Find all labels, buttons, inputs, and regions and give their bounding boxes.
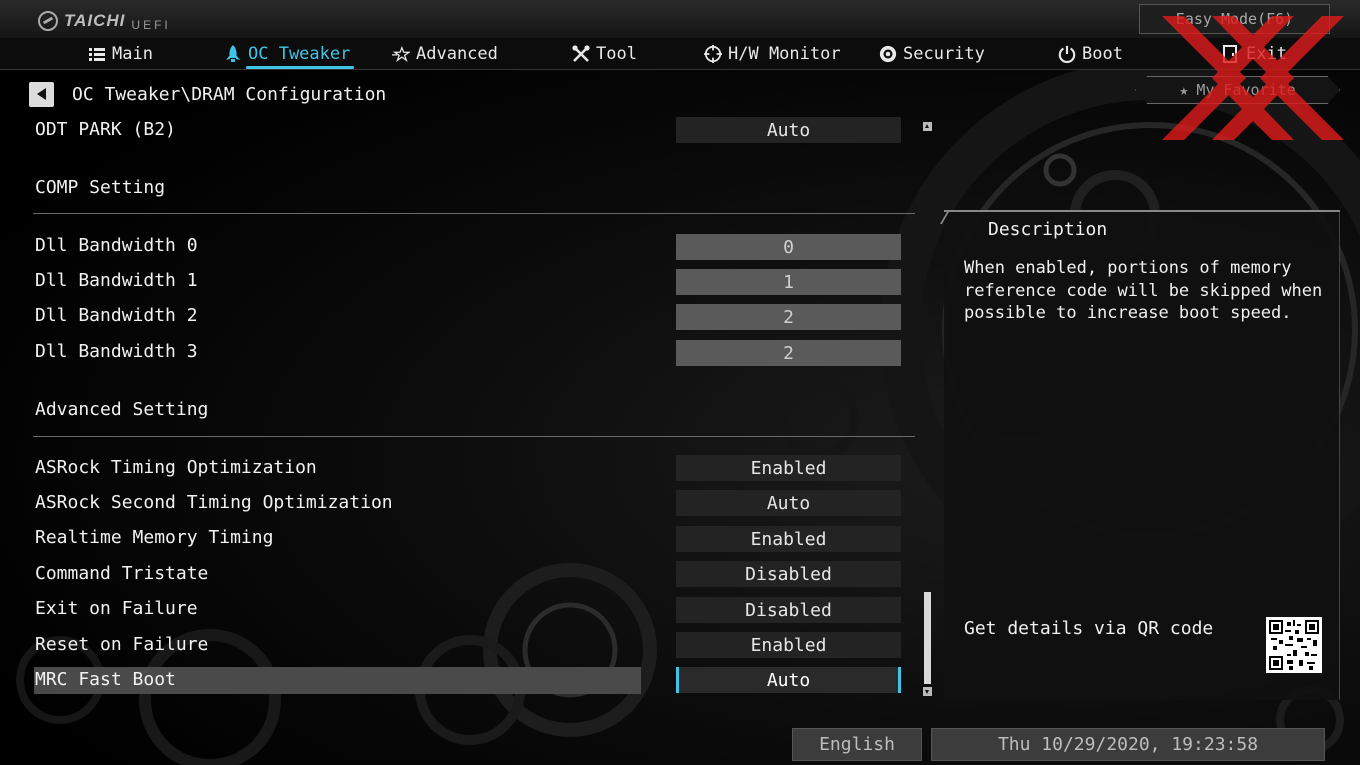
scroll-up-arrow-icon[interactable] [923, 122, 932, 131]
tab-oc-tweaker[interactable]: OC Tweaker [224, 38, 355, 70]
description-line: possible to increase boot speed. [964, 303, 1292, 323]
section-divider [33, 436, 915, 437]
settings-scrollbar[interactable] [922, 122, 932, 696]
setting-label-dll-bandwidth-3: Dll Bandwidth 3 [35, 341, 198, 362]
setting-label-mrc-fast-boot: MRC Fast Boot [35, 669, 176, 690]
setting-label-odt-park: ODT PARK (B2) [35, 119, 176, 140]
setting-value-exit-on-failure[interactable]: Disabled [676, 597, 901, 623]
tab-exit-label: Exit [1246, 44, 1287, 64]
tab-security-label: Security [903, 44, 985, 64]
tab-main-label: Main [112, 44, 153, 64]
qr-code-caption: Get details via QR code [964, 618, 1214, 639]
setting-label-command-tristate: Command Tristate [35, 563, 209, 584]
setting-label-reset-on-failure: Reset on Failure [35, 634, 209, 655]
setting-label-exit-on-failure: Exit on Failure [35, 598, 198, 619]
language-selector[interactable]: English [792, 728, 922, 761]
setting-label-realtime-memory-timing: Realtime Memory Timing [35, 527, 274, 548]
setting-value-mrc-fast-boot[interactable]: Auto [676, 667, 901, 693]
setting-value-dll-bandwidth-0[interactable]: 0 [676, 234, 901, 260]
tab-boot[interactable]: Boot [1058, 38, 1123, 70]
rocket-icon [224, 45, 242, 63]
tab-tool[interactable]: Tool [572, 38, 637, 70]
setting-value-realtime-memory-timing[interactable]: Enabled [676, 526, 901, 552]
list-icon [88, 45, 106, 63]
description-panel: Description When enabled, portions of me… [944, 210, 1340, 700]
tab-hw-monitor-label: H/W Monitor [728, 44, 841, 64]
setting-label-dll-bandwidth-2: Dll Bandwidth 2 [35, 305, 198, 326]
star-icon: ★ [1179, 81, 1189, 99]
tab-boot-label: Boot [1082, 44, 1123, 64]
description-line: reference code will be skipped when [964, 280, 1323, 301]
scroll-thumb[interactable] [924, 592, 931, 684]
bios-screen: TAICHI UEFI Easy Mode(F6) Main OC Tweake… [0, 0, 1360, 765]
tab-oc-tweaker-label: OC Tweaker [248, 44, 351, 64]
shield-icon [879, 45, 897, 63]
description-text: When enabled, portions of memory referen… [964, 257, 1324, 325]
tab-advanced[interactable]: Advanced [392, 38, 498, 70]
tab-hw-monitor[interactable]: H/W Monitor [704, 38, 841, 70]
date-time-display: Thu 10/29/2020, 19:23:58 [931, 728, 1325, 761]
easy-mode-button[interactable]: Easy Mode(F6) [1139, 4, 1330, 34]
tools-icon [572, 45, 590, 63]
tab-tool-label: Tool [596, 44, 637, 64]
scroll-down-arrow-icon[interactable] [923, 687, 932, 696]
star-icon [392, 45, 410, 63]
setting-value-dll-bandwidth-1[interactable]: 1 [676, 269, 901, 295]
tab-security[interactable]: Security [879, 38, 985, 70]
power-icon [1058, 45, 1076, 64]
setting-value-reset-on-failure[interactable]: Enabled [676, 632, 901, 658]
setting-label-asrock-timing-optimization: ASRock Timing Optimization [35, 457, 317, 478]
back-button[interactable] [29, 82, 54, 107]
setting-value-dll-bandwidth-2[interactable]: 2 [676, 304, 901, 330]
setting-label-asrock-second-timing-optimization: ASRock Second Timing Optimization [35, 492, 393, 513]
tab-advanced-label: Advanced [416, 44, 498, 64]
qr-code-icon [1266, 617, 1322, 673]
tab-main[interactable]: Main [88, 38, 153, 70]
top-bar: TAICHI UEFI Easy Mode(F6) [0, 0, 1360, 38]
setting-value-odt-park[interactable]: Auto [676, 117, 901, 143]
tab-exit[interactable]: Exit [1222, 38, 1287, 70]
section-divider [33, 213, 915, 214]
main-nav: Main OC Tweaker Advanced Tool H/W Monito… [0, 38, 1360, 70]
logo-sub: UEFI [131, 18, 171, 32]
setting-label-dll-bandwidth-0: Dll Bandwidth 0 [35, 235, 198, 256]
taichi-logo-icon [38, 11, 58, 31]
setting-value-asrock-timing-optimization[interactable]: Enabled [676, 455, 901, 481]
description-title: Description [988, 219, 1108, 240]
setting-value-asrock-second-timing-optimization[interactable]: Auto [676, 490, 901, 516]
my-favorite-button[interactable]: ★ My Favorite [1135, 76, 1340, 104]
exit-icon [1222, 45, 1240, 63]
setting-label-dll-bandwidth-1: Dll Bandwidth 1 [35, 270, 198, 291]
description-line: When enabled, portions of memory [964, 258, 1292, 278]
crosshair-icon [704, 45, 722, 63]
setting-value-command-tristate[interactable]: Disabled [676, 561, 901, 587]
section-title-advanced: Advanced Setting [35, 399, 209, 420]
my-favorite-label: My Favorite [1196, 81, 1296, 99]
taichi-logo: TAICHI UEFI [38, 10, 171, 32]
breadcrumb: OC Tweaker\DRAM Configuration [72, 84, 387, 105]
section-title-comp: COMP Setting [35, 177, 166, 198]
setting-value-dll-bandwidth-3[interactable]: 2 [676, 340, 901, 366]
logo-text: TAICHI [64, 11, 126, 30]
